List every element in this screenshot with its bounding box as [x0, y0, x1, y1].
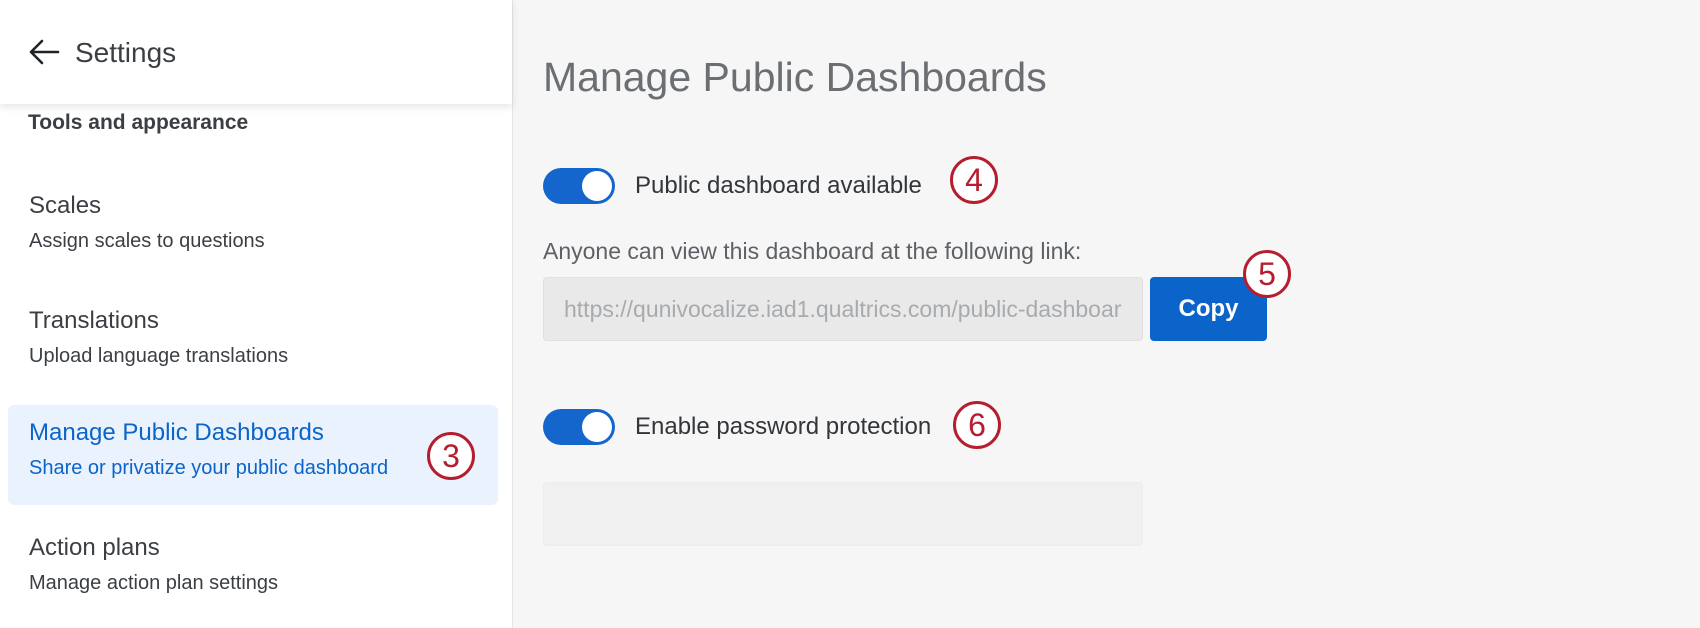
sidebar-item-action-plans[interactable]: Action plans Manage action plan settings [8, 520, 498, 620]
sidebar-item-title: Translations [29, 307, 159, 334]
sidebar-item-subtitle: Assign scales to questions [29, 230, 265, 252]
sidebar-item-title: Manage Public Dashboards [29, 419, 324, 446]
callout-badge: 6 [953, 401, 1001, 449]
section-heading: Tools and appearance [28, 111, 249, 134]
callout-badge: 4 [950, 156, 998, 204]
toggle-knob [582, 412, 612, 442]
password-protection-label: Enable password protection [635, 413, 932, 440]
callout-badge: 3 [427, 432, 475, 480]
arrow-left-icon[interactable] [28, 36, 60, 68]
sidebar-item-title: Action plans [29, 534, 160, 561]
settings-title: Settings [75, 37, 177, 68]
sidebar-item-title: Scales [29, 192, 102, 219]
toggle-knob [582, 171, 612, 201]
sidebar-item-subtitle: Share or privatize your public dashboard [29, 457, 389, 479]
page-title: Manage Public Dashboards [543, 54, 1047, 100]
sidebar-item-subtitle: Manage action plan settings [29, 572, 279, 594]
sidebar-item-manage-public-dashboards[interactable]: Manage Public Dashboards Share or privat… [8, 405, 498, 505]
sidebar-item-translations[interactable]: Translations Upload language translation… [8, 293, 498, 393]
sidebar-item-subtitle: Upload language translations [29, 345, 289, 367]
settings-sidebar: Settings Tools and appearance Scales Ass… [0, 0, 513, 628]
password-protection-toggle[interactable] [543, 409, 615, 445]
sidebar-header: Settings [0, 0, 512, 104]
link-description: Anyone can view this dashboard at the fo… [543, 238, 1082, 264]
public-dashboard-label: Public dashboard available [635, 172, 922, 199]
public-dashboard-toggle[interactable] [543, 168, 615, 204]
public-link-field[interactable] [543, 277, 1143, 341]
sidebar-item-scales[interactable]: Scales Assign scales to questions [8, 178, 498, 278]
password-field[interactable] [543, 482, 1143, 546]
callout-badge: 5 [1243, 250, 1291, 298]
